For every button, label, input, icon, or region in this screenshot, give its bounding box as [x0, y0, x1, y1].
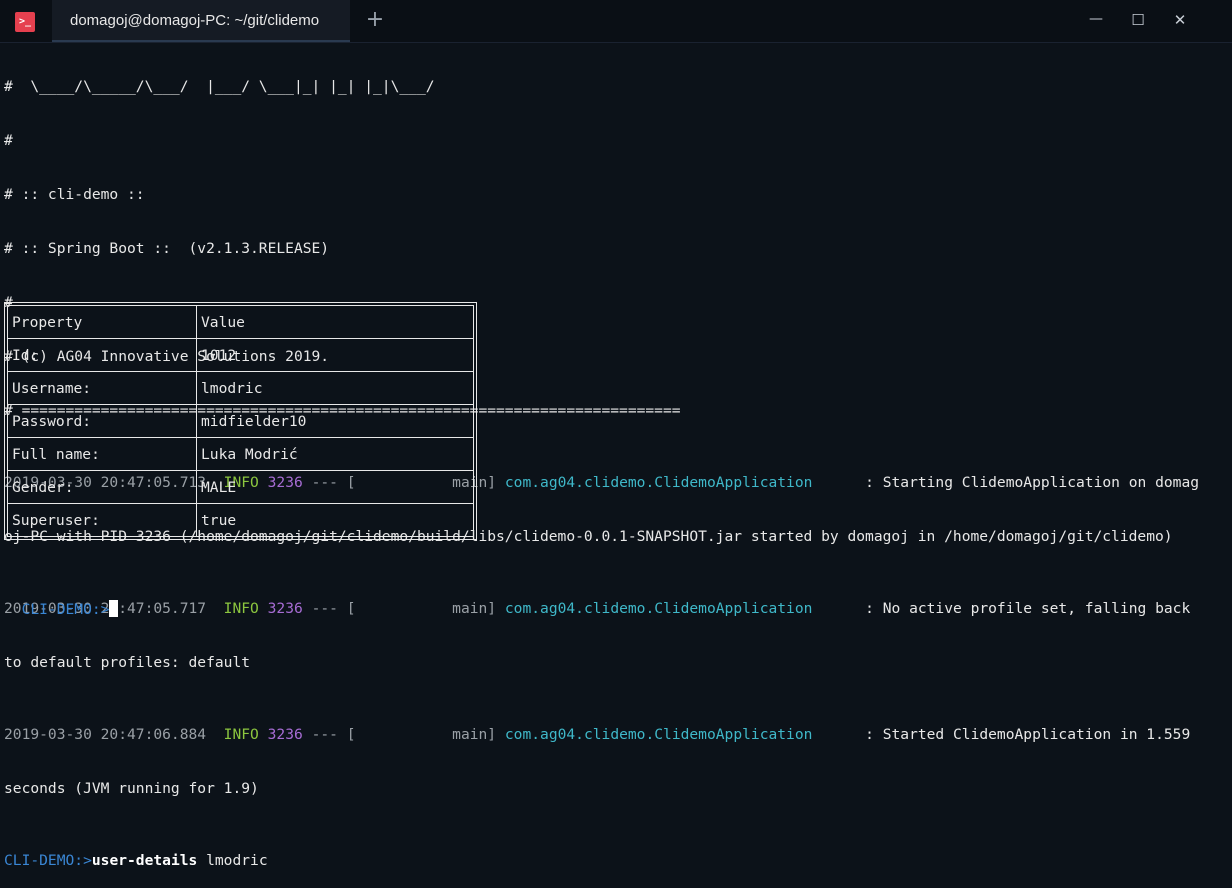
- log-continuation: seconds (JVM running for 1.9): [4, 780, 259, 797]
- value-cell: 1012: [196, 338, 474, 372]
- title-bar: >_ domagoj@domagoj-PC: ~/git/clidemo + —…: [0, 0, 1232, 43]
- command-name: user-details: [91, 852, 198, 869]
- log-line: 2019-03-30 20:47:06.884 INFO 3236 --- [ …: [4, 726, 1232, 744]
- table-row: Username: lmodric: [7, 371, 474, 405]
- property-cell: Password:: [7, 404, 197, 438]
- banner-line: #: [4, 132, 13, 149]
- header-cell-value: Value: [196, 305, 474, 339]
- shell-prompt: CLI-DEMO:>: [4, 852, 92, 869]
- banner-line: # \____/\_____/\___/ |___/ \___|_| |_| |…: [4, 78, 435, 95]
- table-header-row: Property Value: [7, 305, 474, 339]
- header-cell-property: Property: [7, 305, 197, 339]
- log-logger: com.ag04.clidemo.ClidemoApplication: [504, 474, 813, 491]
- input-line[interactable]: CLI-DEMO:>: [4, 582, 119, 619]
- user-details-table: Property Value Id: 1012 Username: lmodri…: [4, 302, 477, 540]
- log-logger: com.ag04.clidemo.ClidemoApplication: [504, 726, 813, 743]
- new-tab-icon[interactable]: +: [364, 9, 386, 31]
- shell-prompt: CLI-DEMO:>: [21, 601, 110, 618]
- value-cell: lmodric: [196, 371, 474, 405]
- value-cell: midfielder10: [196, 404, 474, 438]
- banner-line: # :: cli-demo ::: [4, 186, 145, 203]
- property-cell: Id:: [7, 338, 197, 372]
- property-cell: Full name:: [7, 437, 197, 471]
- table-row: Superuser: true: [7, 503, 474, 537]
- value-cell: true: [196, 503, 474, 537]
- tab-title: domagoj@domagoj-PC: ~/git/clidemo: [70, 12, 320, 29]
- log-pid: 3236: [267, 726, 303, 743]
- banner-line: # :: Spring Boot :: (v2.1.3.RELEASE): [4, 240, 330, 257]
- value-cell: Luka Modrić: [196, 437, 474, 471]
- terminal-tab[interactable]: domagoj@domagoj-PC: ~/git/clidemo: [52, 0, 350, 42]
- property-cell: Superuser:: [7, 503, 197, 537]
- log-message: : Started ClidemoApplication in 1.559: [812, 726, 1191, 743]
- minimize-icon[interactable]: —: [1086, 11, 1106, 31]
- table-row: Id: 1012: [7, 338, 474, 372]
- log-continuation: to default profiles: default: [4, 654, 251, 671]
- table-row: Full name: Luka Modrić: [7, 437, 474, 471]
- log-thread: --- [ main]: [311, 726, 497, 743]
- log-level: INFO: [223, 726, 259, 743]
- command-args: lmodric: [197, 852, 268, 869]
- close-icon[interactable]: ✕: [1170, 11, 1190, 31]
- command-line: CLI-DEMO:>user-details lmodric: [4, 852, 1232, 870]
- log-message: : Starting ClidemoApplication on domag: [812, 474, 1200, 491]
- terminal-app-icon[interactable]: >_: [15, 12, 35, 32]
- property-cell: Gender:: [7, 470, 197, 504]
- log-timestamp: 2019-03-30 20:47:06.884: [4, 726, 207, 743]
- table-row: Gender: MALE: [7, 470, 474, 504]
- value-cell: MALE: [196, 470, 474, 504]
- table-row: Password: midfielder10: [7, 404, 474, 438]
- property-cell: Username:: [7, 371, 197, 405]
- maximize-icon[interactable]: ☐: [1128, 11, 1148, 31]
